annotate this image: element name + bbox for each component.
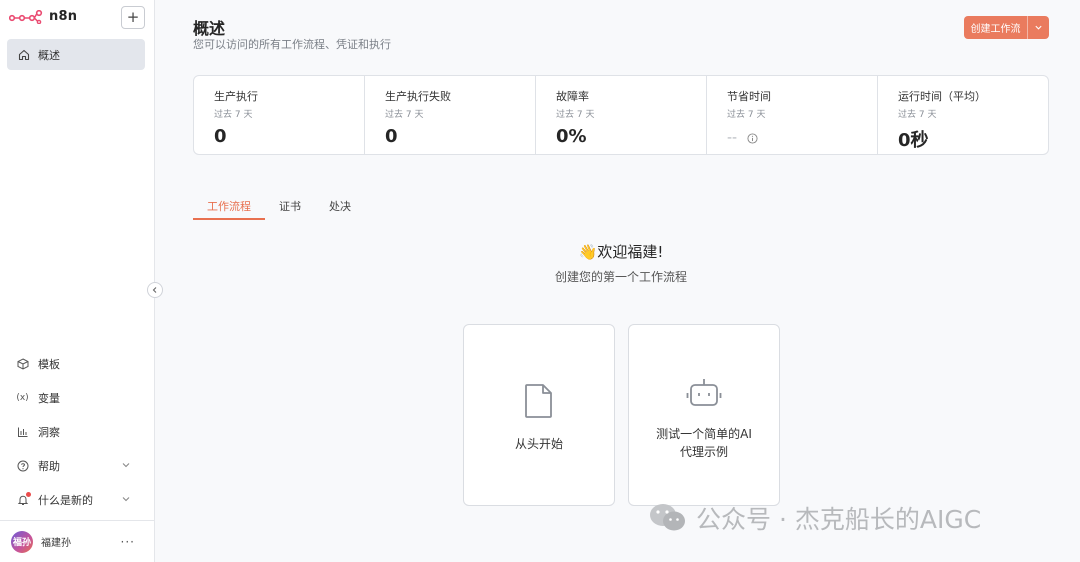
stat-period: 过去 7 天 — [385, 110, 424, 120]
variable-icon: (x) — [16, 393, 29, 403]
add-button[interactable]: + — [121, 6, 145, 29]
watermark: 公众号 · 杰克船长的AIGC — [648, 500, 981, 536]
stat-label: 运行时间（平均） — [898, 90, 986, 103]
tab-bar: 工作流程 证书 处决 — [193, 192, 365, 220]
stat-value-row: -- — [727, 130, 877, 146]
user-menu[interactable]: 福孙 福建孙 ··· — [0, 520, 155, 562]
card-label-line: 代理示例 — [679, 445, 728, 459]
nav-item-overview-label: 概述 — [38, 48, 60, 62]
stat-value: 0秒 — [898, 130, 929, 151]
nav-item-insights[interactable]: 洞察 — [7, 419, 145, 445]
stat-label: 生产执行失败 — [385, 90, 451, 103]
nav-item-whats-new-label: 什么是新的 — [38, 494, 93, 507]
notification-dot — [26, 491, 31, 497]
more-options-button[interactable]: ··· — [121, 535, 135, 549]
nav-item-templates[interactable]: 模板 — [7, 351, 145, 377]
create-options-dropdown[interactable] — [1027, 16, 1049, 39]
card-label: 测试一个简单的AI 代理示例 — [656, 425, 752, 461]
stat-time-saved[interactable]: 节省时间 过去 7 天 -- — [707, 76, 878, 154]
tab-workflows[interactable]: 工作流程 — [193, 192, 265, 220]
nav-item-help[interactable]: 帮助 — [7, 453, 145, 479]
stat-period: 过去 7 天 — [556, 110, 595, 120]
chevron-down-icon — [1035, 25, 1042, 30]
logo-text: n8n — [49, 9, 78, 24]
file-icon — [524, 383, 554, 423]
stat-period: 过去 7 天 — [214, 110, 253, 120]
sidebar: n8n + 概述 模板 (x) 变量 洞察 帮助 什么是新的 福孙 福建孙 ··… — [0, 0, 155, 562]
stat-value: 0% — [556, 126, 587, 147]
ai-agent-example-card[interactable]: 测试一个简单的AI 代理示例 — [628, 324, 780, 506]
create-workflow-label[interactable]: 创建工作流 — [964, 16, 1027, 39]
stat-period: 过去 7 天 — [727, 110, 766, 120]
stats-panel: 生产执行 过去 7 天 0 生产执行失败 过去 7 天 0 故障率 过去 7 天… — [193, 75, 1049, 155]
tab-credentials[interactable]: 证书 — [265, 192, 315, 220]
n8n-logo-icon — [9, 9, 43, 24]
nav-item-insights-label: 洞察 — [38, 426, 60, 439]
stat-prod-failures[interactable]: 生产执行失败 过去 7 天 0 — [365, 76, 536, 154]
chevron-down-icon — [121, 460, 131, 473]
start-from-scratch-card[interactable]: 从头开始 — [463, 324, 615, 506]
stat-label: 生产执行 — [214, 90, 258, 103]
stat-value: 0 — [214, 126, 227, 147]
nav-item-templates-label: 模板 — [38, 358, 60, 371]
create-workflow-button[interactable]: 创建工作流 — [964, 16, 1049, 39]
stat-label: 节省时间 — [727, 90, 771, 103]
stat-prod-executions[interactable]: 生产执行 过去 7 天 0 — [194, 76, 365, 154]
stat-value: -- — [727, 130, 738, 146]
tab-executions[interactable]: 处决 — [315, 192, 365, 220]
box-icon — [16, 358, 29, 371]
n8n-logo[interactable]: n8n — [9, 9, 77, 24]
stat-label: 故障率 — [556, 90, 589, 103]
info-icon[interactable] — [747, 132, 758, 144]
home-icon — [17, 48, 30, 61]
chart-icon — [16, 426, 29, 439]
collapse-sidebar-button[interactable] — [147, 282, 163, 298]
nav-item-help-label: 帮助 — [38, 460, 60, 473]
nav-item-variables-label: 变量 — [38, 392, 60, 405]
welcome-title: 👋欢迎福建! — [578, 243, 664, 261]
stat-value: 0 — [385, 126, 398, 147]
card-label-line: 测试一个简单的AI — [656, 427, 752, 441]
card-label: 从头开始 — [514, 437, 563, 451]
avatar: 福孙 — [11, 530, 33, 553]
stat-avg-runtime[interactable]: 运行时间（平均） 过去 7 天 0秒 — [878, 76, 1048, 154]
nav-item-variables[interactable]: (x) 变量 — [7, 385, 145, 411]
page-subtitle: 您可以访问的所有工作流程、凭证和执行 — [193, 38, 391, 51]
robot-icon — [686, 377, 722, 413]
wechat-icon — [650, 504, 685, 531]
stat-period: 过去 7 天 — [898, 110, 937, 120]
bell-icon — [16, 491, 31, 507]
chevron-left-icon — [152, 287, 157, 293]
nav-item-whats-new[interactable]: 什么是新的 — [7, 487, 145, 513]
nav-item-overview[interactable]: 概述 — [7, 39, 145, 70]
chevron-down-icon — [121, 494, 131, 507]
watermark-text: 公众号 · 杰克船长的AIGC — [696, 505, 982, 534]
welcome-subtitle: 创建您的第一个工作流程 — [554, 270, 687, 284]
help-icon — [16, 460, 29, 473]
user-name: 福建孙 — [41, 538, 71, 549]
stat-failure-rate[interactable]: 故障率 过去 7 天 0% — [536, 76, 707, 154]
